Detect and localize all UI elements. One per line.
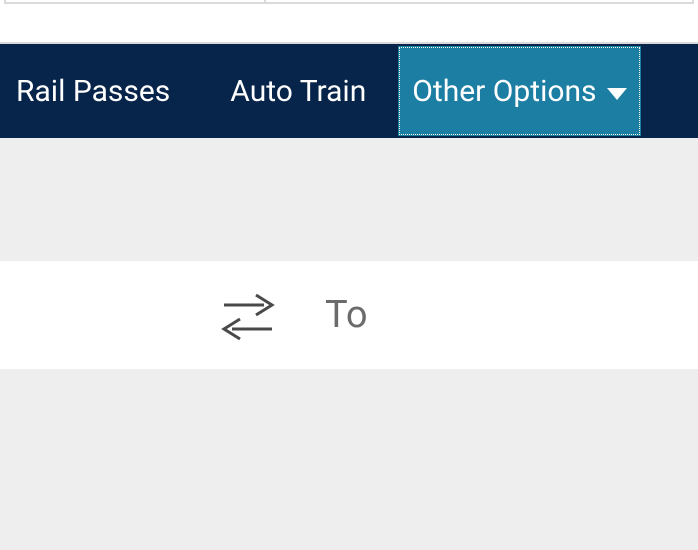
tab-label: Rail Passes	[16, 74, 170, 109]
chevron-down-icon	[607, 88, 627, 100]
main-nav: Rail Passes Auto Train Other Options	[0, 44, 698, 138]
top-box-mid	[266, 0, 694, 4]
swap-stations-button[interactable]	[200, 285, 295, 345]
tab-rail-passes[interactable]: Rail Passes	[0, 44, 200, 138]
station-search-row: To	[0, 261, 698, 369]
tab-other-options[interactable]: Other Options	[398, 46, 640, 136]
to-station-input[interactable]: To	[295, 293, 698, 337]
from-station-area[interactable]	[0, 261, 200, 369]
tab-label: Other Options	[412, 74, 596, 109]
gap-upper	[0, 138, 698, 261]
swap-icon	[218, 285, 278, 345]
nav-spacer	[643, 44, 683, 138]
tab-auto-train[interactable]: Auto Train	[200, 44, 396, 138]
top-box-left	[4, 0, 266, 4]
top-strip	[0, 0, 698, 44]
gap-lower	[0, 369, 698, 550]
tab-label: Auto Train	[230, 74, 366, 109]
